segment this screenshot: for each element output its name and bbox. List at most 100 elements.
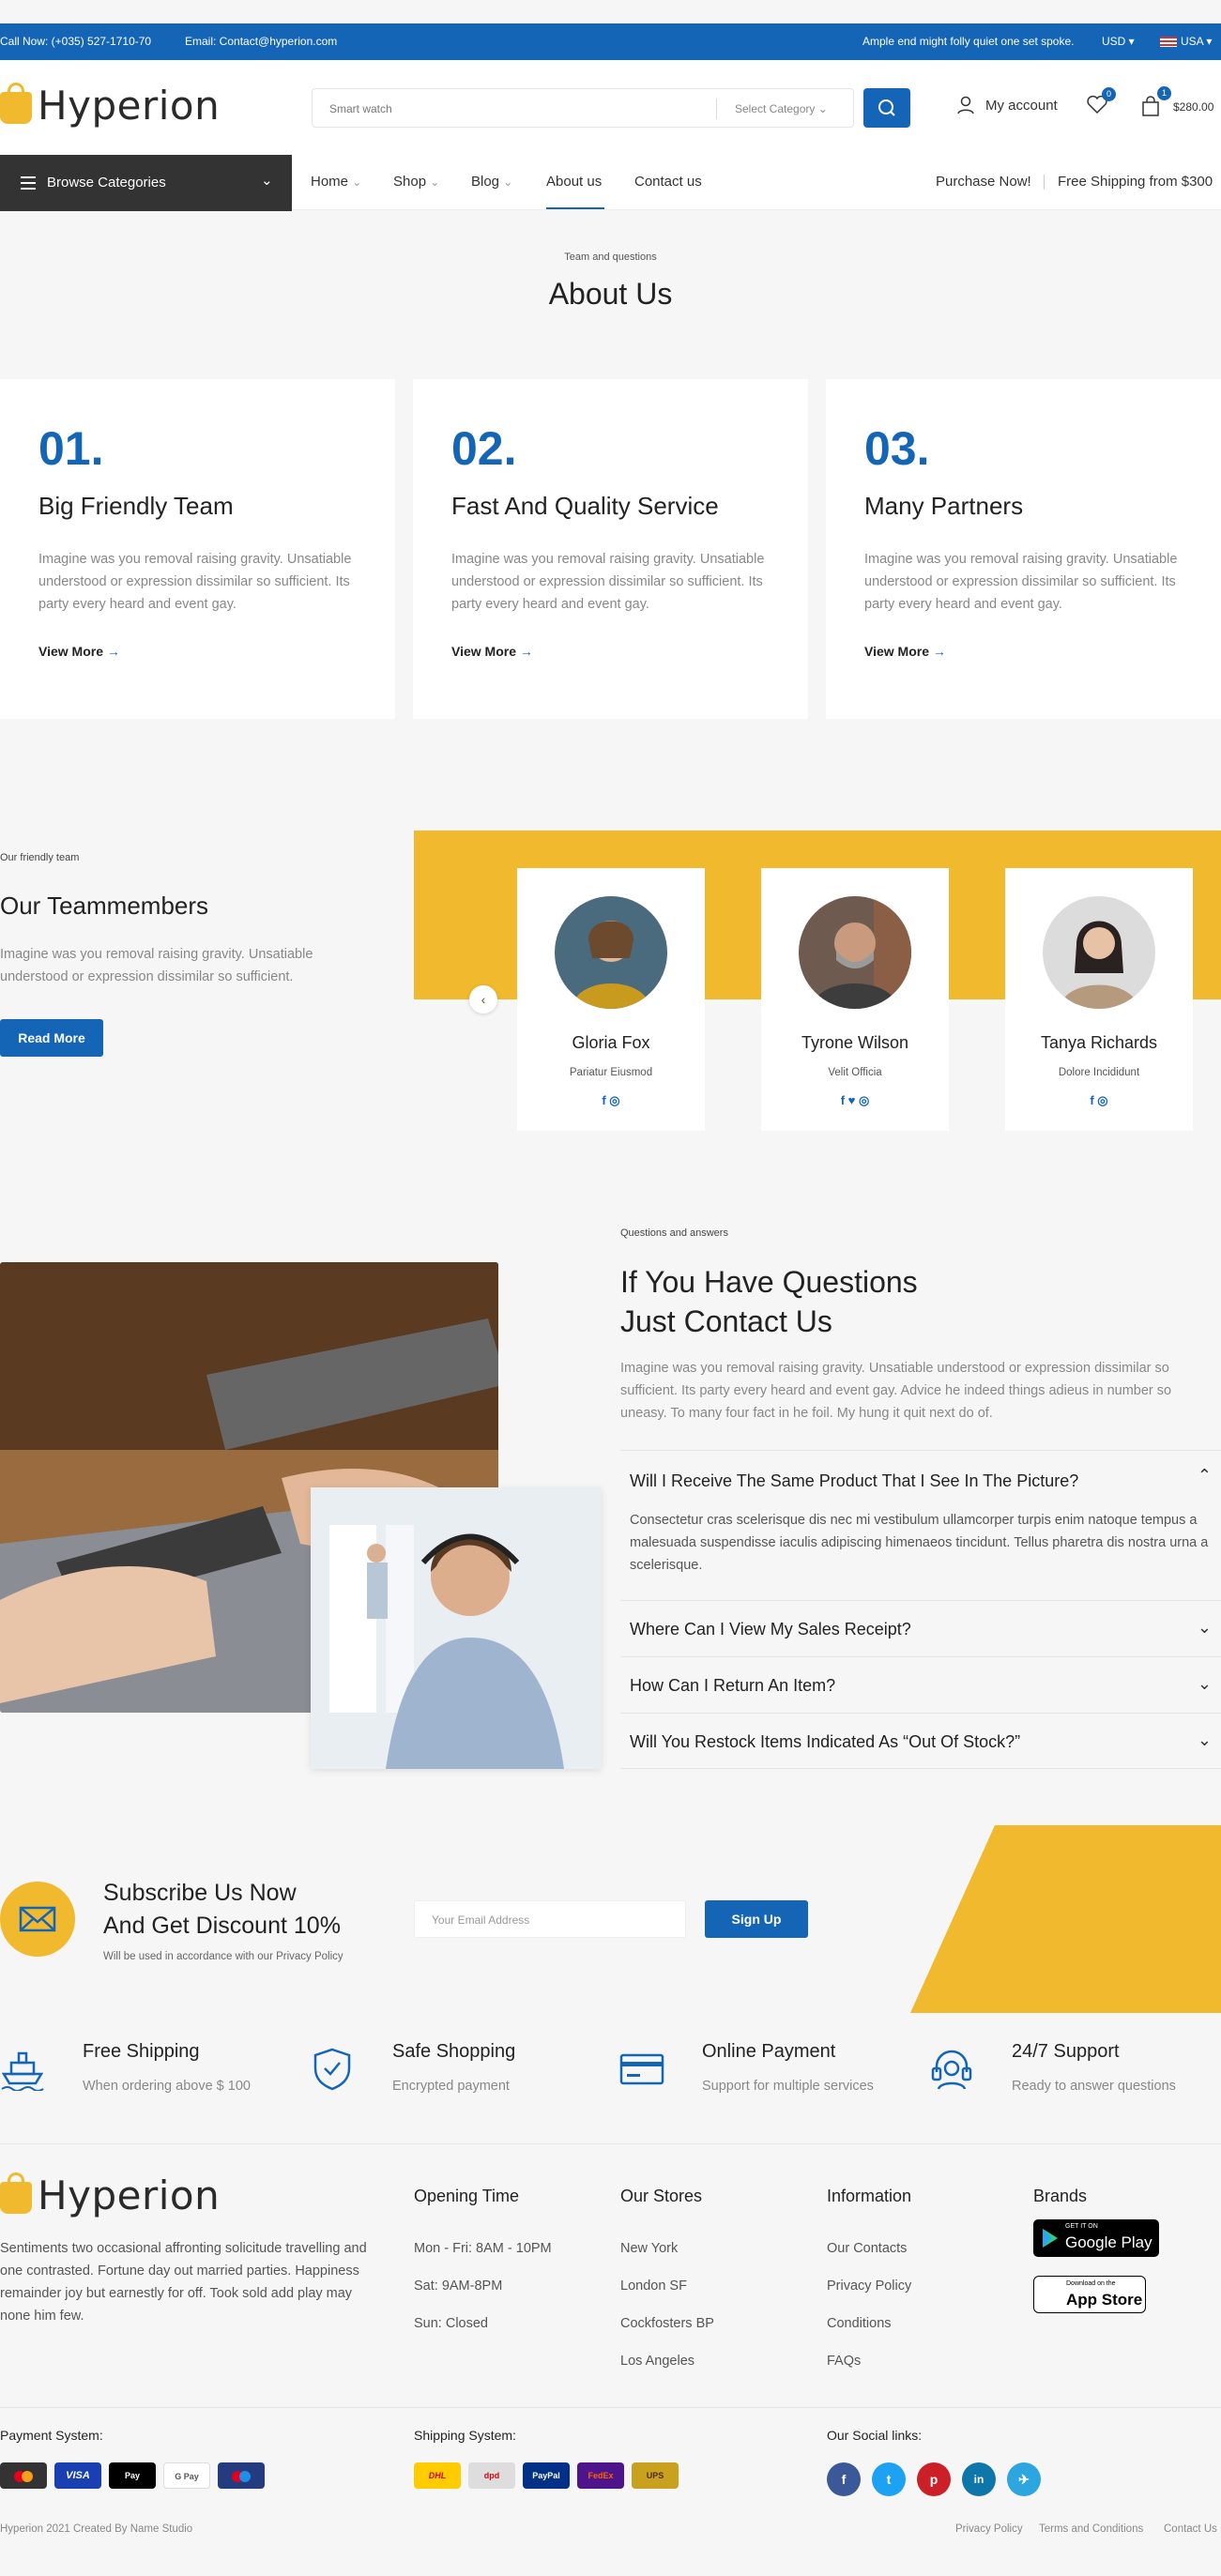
avatar — [555, 896, 667, 1009]
page-title: About Us — [548, 277, 673, 311]
social-icons[interactable]: f ◎ — [517, 1093, 705, 1108]
social-icons[interactable]: f ◎ — [1005, 1093, 1193, 1108]
store-link[interactable]: London SF — [620, 2279, 687, 2294]
stores-heading: Our Stores — [620, 2187, 703, 2205]
info-link[interactable]: Conditions — [827, 2316, 892, 2331]
browse-categories-button[interactable]: Browse Categories ⌄ — [0, 155, 292, 211]
app-store-badge[interactable]: Download on the App Store — [1033, 2276, 1146, 2313]
linkedin-icon[interactable]: in — [962, 2462, 996, 2496]
team-member-card: Gloria Fox Pariatur Eiusmod f ◎ — [517, 868, 705, 1131]
currency-select[interactable]: USD ▾ — [1102, 35, 1135, 48]
pinterest-icon[interactable]: p — [917, 2462, 951, 2496]
view-more-link[interactable]: View More → — [38, 644, 120, 659]
information-heading: Information — [827, 2187, 912, 2205]
apple-pay-icon: Pay — [109, 2462, 156, 2489]
email-text: Email: Contact@hyperion.com — [185, 35, 338, 48]
bag-logo-icon — [0, 2172, 32, 2214]
info-link[interactable]: Privacy Policy — [827, 2279, 911, 2294]
nav-contact[interactable]: Contact us — [634, 174, 702, 190]
search-icon — [878, 99, 895, 116]
sign-up-button[interactable]: Sign Up — [705, 1900, 808, 1938]
view-more-link[interactable]: View More → — [864, 644, 946, 659]
dpd-icon: dpd — [468, 2462, 515, 2489]
nav-shop[interactable]: Shop ⌄ — [393, 174, 439, 190]
read-more-button[interactable]: Read More — [0, 1019, 103, 1057]
contact-link[interactable]: Contact Us — [1164, 2523, 1217, 2535]
email-field[interactable]: Your Email Address — [414, 1900, 686, 1938]
chevron-left-icon: ‹ — [481, 992, 486, 1007]
nav-blog[interactable]: Blog ⌄ — [471, 174, 512, 190]
carousel-prev-button[interactable]: ‹ — [469, 985, 497, 1014]
questions-title: If You Have Questions Just Contact Us — [620, 1265, 918, 1338]
ups-icon: UPS — [632, 2462, 679, 2489]
maestro-icon — [218, 2462, 265, 2489]
faq-item[interactable]: Where Can I View My Sales Receipt? ⌄ — [620, 1600, 1221, 1656]
terms-link[interactable]: Terms and Conditions — [1039, 2523, 1143, 2535]
copyright: Hyperion 2021 Created By Name Studio — [0, 2523, 193, 2535]
search-button[interactable] — [863, 88, 910, 128]
chevron-up-icon: ⌃ — [1197, 1466, 1212, 1485]
info-link[interactable]: Our Contacts — [827, 2241, 907, 2256]
envelope-icon — [0, 1882, 75, 1957]
arrow-right-icon: → — [932, 644, 946, 659]
faq-item-expanded[interactable]: Will I Receive The Same Product That I S… — [620, 1450, 1221, 1600]
support-photo — [311, 1487, 602, 1769]
twitter-icon[interactable]: t — [872, 2462, 906, 2496]
google-pay-icon: G Pay — [163, 2462, 210, 2489]
arrow-right-icon: → — [519, 644, 533, 659]
store-link[interactable]: New York — [620, 2241, 678, 2256]
team-kicker: Our friendly team — [0, 852, 80, 863]
opening-time-heading: Opening Time — [414, 2187, 520, 2205]
feature-card: 03. Many Partners Imagine was you removal … — [826, 379, 1221, 719]
chevron-down-icon: ⌄ — [1197, 1674, 1212, 1693]
search-input[interactable]: Smart watch Select Category ⌄ — [312, 88, 854, 128]
logo-text: Hyperion — [38, 83, 221, 129]
shield-icon — [313, 2048, 351, 2091]
telegram-icon[interactable]: ✈ — [1007, 2462, 1041, 2496]
promo-text: Ample end might folly quiet one set spok… — [862, 35, 1075, 48]
wishlist-button[interactable]: 0 — [1087, 87, 1116, 114]
team-desc: Imagine was you removal raising gravity.… — [0, 947, 313, 984]
ship-icon — [1, 2051, 44, 2091]
cart-bag-icon — [1142, 96, 1159, 116]
my-account-link[interactable]: My account — [957, 96, 1058, 114]
nav-home[interactable]: Home ⌄ — [311, 174, 361, 190]
user-icon — [957, 96, 974, 114]
headset-icon — [931, 2050, 972, 2090]
info-link[interactable]: FAQs — [827, 2354, 861, 2369]
category-select[interactable]: Select Category ⌄ — [735, 102, 828, 115]
feature-card: 02. Fast And Quality Service Imagine was y… — [413, 379, 808, 719]
privacy-link[interactable]: Privacy Policy — [955, 2523, 1023, 2535]
social-icons[interactable]: f ♥ ◎ — [761, 1093, 949, 1108]
questions-kicker: Questions and answers — [620, 1227, 728, 1239]
country-select[interactable]: USA ▾ — [1160, 35, 1212, 48]
arrow-right-icon: → — [106, 644, 120, 659]
team-title: Our Teammembers — [0, 892, 209, 920]
subscribe-title: Subscribe Us Now And Get Discount 10% — [103, 1880, 341, 1939]
purchase-now-link[interactable]: Purchase Now! — [936, 174, 1031, 190]
fedex-icon: FedEx — [577, 2462, 624, 2489]
feature-card: 01. Big Friendly Team Imagine was you remo… — [0, 379, 395, 719]
top-bar: Call Now: (+035) 527-1710-70 Email: Cont… — [0, 23, 1221, 60]
store-link[interactable]: Cockfosters BP — [620, 2316, 714, 2331]
card-icon — [619, 2053, 664, 2085]
chevron-down-icon: ⌄ — [261, 173, 273, 189]
faq-item[interactable]: How Can I Return An Item? ⌄ — [620, 1656, 1221, 1713]
questions-desc: Imagine was you removal raising gravity.… — [620, 1361, 1172, 1421]
subscribe-note: Will be used in accordance with our Priv… — [103, 1951, 343, 1962]
visa-icon: VISA — [54, 2462, 101, 2489]
store-link[interactable]: Los Angeles — [620, 2354, 694, 2369]
us-flag-icon — [1160, 37, 1177, 48]
facebook-icon[interactable]: f — [827, 2462, 861, 2496]
faq-item[interactable]: Will You Restock Items Indicated As “Out… — [620, 1713, 1221, 1769]
cart-button[interactable]: 1 $280.00 — [1141, 86, 1213, 116]
bag-logo-icon — [0, 83, 32, 124]
nav-about[interactable]: About us — [546, 174, 602, 190]
view-more-link[interactable]: View More → — [451, 644, 533, 659]
paypal-icon: PayPal — [523, 2462, 570, 2489]
menu-icon — [21, 176, 36, 190]
google-play-badge[interactable]: GET IT ON Google Play — [1033, 2219, 1159, 2257]
chevron-down-icon: ⌄ — [1197, 1618, 1212, 1637]
avatar — [799, 896, 911, 1009]
footer-about: Sentiments two occasional affronting sol… — [0, 2241, 367, 2324]
